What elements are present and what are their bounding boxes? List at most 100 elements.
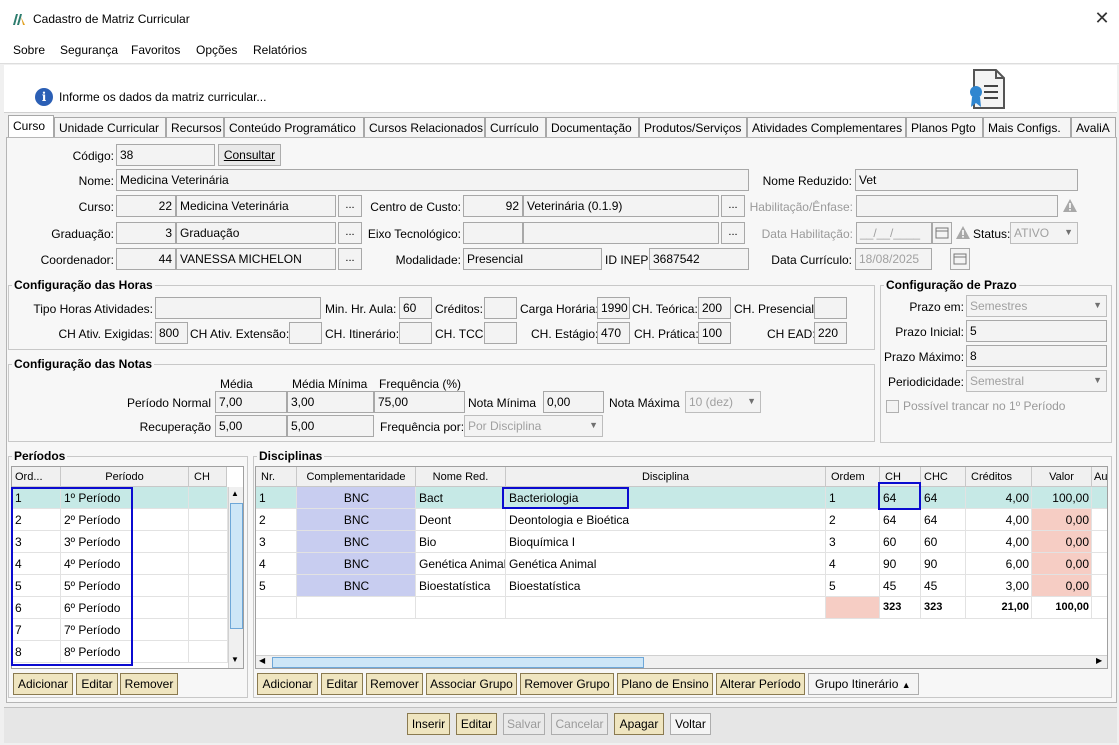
scroll-up-icon[interactable]: ▲ [231,489,239,498]
col-creditos[interactable]: Créditos [966,467,1032,487]
vertical-scrollbar[interactable]: ▲ ▼ [228,487,243,668]
curso-id-field[interactable]: 22 [116,195,176,217]
nome-reduzido-field[interactable]: Vet [855,169,1078,191]
grupo-itinerario-button[interactable]: Grupo Itinerário ▲ [808,673,919,695]
periodo-normal-media-minima-field[interactable]: 3,00 [287,391,374,413]
horizontal-scrollbar[interactable]: ◀ ▶ [256,655,1107,668]
status-select[interactable]: ATIVO ▼ [1010,222,1078,244]
centro-custo-id-field[interactable]: 92 [463,195,523,217]
col-chc[interactable]: CHC [921,467,966,487]
menu-relatorios[interactable]: Relatórios [253,43,307,57]
col-au[interactable]: Au [1092,467,1107,487]
data-curriculo-field[interactable]: 18/08/2025 [855,248,932,270]
col-ord[interactable]: Ord... [12,467,61,487]
data-habilitacao-field[interactable]: __/__/____ [856,222,932,244]
tipo-horas-field[interactable] [155,297,321,319]
habilitacao-field[interactable] [856,195,1058,217]
col-periodo[interactable]: Período [61,467,189,487]
modalidade-field[interactable]: Presencial [463,248,602,270]
periodo-normal-frequencia-field[interactable]: 75,00 [374,391,465,413]
carga-horaria-field[interactable]: 1990 [597,297,630,319]
disciplina-remover-button[interactable]: Remover [366,673,423,695]
min-hr-aula-field[interactable]: 60 [399,297,432,319]
curso-lookup-button[interactable]: ... [338,195,362,217]
calendar-icon[interactable] [932,222,952,244]
eixo-lookup-button[interactable]: ... [721,222,745,244]
tab-avalia[interactable]: AvaliA [1071,117,1116,138]
menu-sobre[interactable]: Sobre [13,43,45,57]
ch-tcc-field[interactable] [484,322,517,344]
col-valor[interactable]: Valor [1032,467,1092,487]
inserir-button[interactable]: Inserir [407,713,450,735]
menu-opcoes[interactable]: Opções [196,43,237,57]
tab-planos-pgto[interactable]: Planos Pgto [906,117,983,138]
alterar-periodo-button[interactable]: Alterar Período [716,673,805,695]
frequencia-por-select[interactable]: Por Disciplina ▼ [464,415,603,437]
tab-atividades-complementares[interactable]: Atividades Complementares [747,117,906,138]
centro-custo-lookup-button[interactable]: ... [721,195,745,217]
col-nr[interactable]: Nr. [256,467,297,487]
tab-documentacao[interactable]: Documentação [546,117,639,138]
consultar-button[interactable]: Consultar [218,144,281,166]
scroll-down-icon[interactable]: ▼ [231,655,239,664]
tab-conteudo-programatico[interactable]: Conteúdo Programático [224,117,364,138]
ch-ativ-exigidas-field[interactable]: 800 [155,322,188,344]
col-ch[interactable]: CH [189,467,227,487]
ch-teorica-field[interactable]: 200 [698,297,731,319]
periodo-editar-button[interactable]: Editar [76,673,118,695]
nota-maxima-select[interactable]: 10 (dez) ▼ [685,391,761,413]
menu-seguranca[interactable]: Segurança [60,43,118,57]
periodo-normal-media-field[interactable]: 7,00 [215,391,287,413]
calendar-icon[interactable] [950,248,970,270]
recuperacao-media-field[interactable]: 5,00 [215,415,287,437]
ch-pratica-field[interactable]: 100 [698,322,731,344]
ch-ead-field[interactable]: 220 [814,322,847,344]
coordenador-id-field[interactable]: 44 [116,248,176,270]
tab-produtos-servicos[interactable]: Produtos/Serviços [639,117,747,138]
menu-favoritos[interactable]: Favoritos [131,43,180,57]
coordenador-lookup-button[interactable]: ... [338,248,362,270]
associar-grupo-button[interactable]: Associar Grupo [426,673,517,695]
scrollbar-thumb[interactable] [230,503,243,629]
nome-field[interactable]: Medicina Veterinária [116,169,749,191]
ch-ativ-extensao-field[interactable] [289,322,322,344]
close-icon[interactable]: ✕ [1092,8,1112,28]
tab-recursos[interactable]: Recursos [166,117,224,138]
creditos-field[interactable] [484,297,517,319]
recuperacao-media-minima-field[interactable]: 5,00 [287,415,374,437]
tab-curso[interactable]: Curso [8,115,54,138]
id-inep-field[interactable]: 3687542 [649,248,749,270]
ch-itinerario-field[interactable] [399,322,432,344]
periodo-remover-button[interactable]: Remover [120,673,178,695]
editar-button[interactable]: Editar [456,713,497,735]
apagar-button[interactable]: Apagar [614,713,664,735]
tab-mais-configs[interactable]: Mais Configs. [983,117,1071,138]
col-ordem[interactable]: Ordem [826,467,880,487]
remover-grupo-button[interactable]: Remover Grupo [520,673,614,695]
plano-de-ensino-button[interactable]: Plano de Ensino [617,673,713,695]
tab-cursos-relacionados[interactable]: Cursos Relacionados [364,117,485,138]
trancar-checkbox[interactable] [886,400,899,413]
prazo-maximo-field[interactable]: 8 [966,345,1107,367]
scroll-right-icon[interactable]: ▶ [1096,656,1102,665]
tab-unidade-curricular[interactable]: Unidade Curricular [54,117,166,138]
tab-curriculo[interactable]: Currículo [485,117,546,138]
voltar-button[interactable]: Voltar [670,713,711,735]
cancelar-button[interactable]: Cancelar [551,713,608,735]
col-complementaridade[interactable]: Complementaridade [297,467,416,487]
graduacao-id-field[interactable]: 3 [116,222,176,244]
salvar-button[interactable]: Salvar [503,713,545,735]
col-disciplina[interactable]: Disciplina [506,467,826,487]
scroll-left-icon[interactable]: ◀ [259,656,265,665]
prazo-em-select[interactable]: Semestres ▼ [966,295,1107,317]
nota-minima-field[interactable]: 0,00 [543,391,604,413]
periodo-adicionar-button[interactable]: Adicionar [13,673,73,695]
eixo-id-field[interactable] [463,222,523,244]
scrollbar-thumb[interactable] [272,657,644,668]
periodicidade-select[interactable]: Semestral ▼ [966,370,1107,392]
ch-presencial-field[interactable] [814,297,847,319]
disciplina-adicionar-button[interactable]: Adicionar [257,673,318,695]
disciplina-editar-button[interactable]: Editar [321,673,363,695]
codigo-field[interactable]: 38 [116,144,215,166]
ch-estagio-field[interactable]: 470 [597,322,630,344]
